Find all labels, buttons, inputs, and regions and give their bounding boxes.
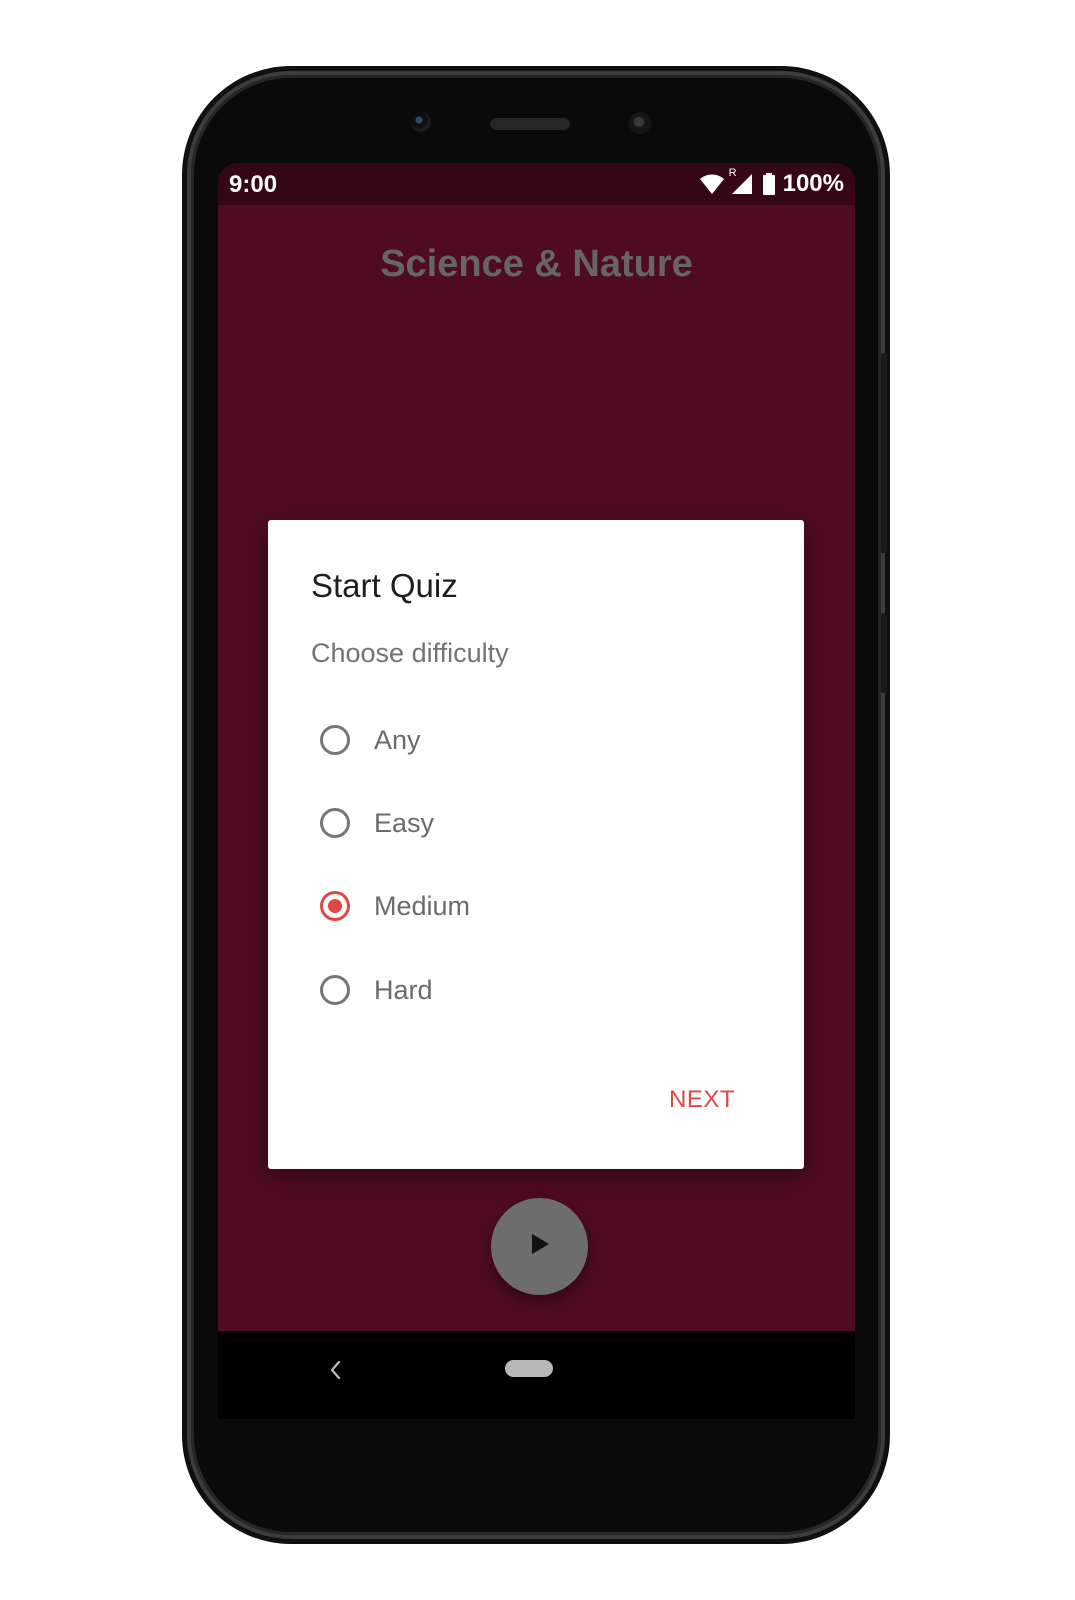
signal-icon: R [729,167,753,195]
difficulty-option-hard[interactable]: Hard [320,968,760,1012]
play-button[interactable] [491,1198,588,1295]
power-button [881,613,887,693]
screen: 9:00 R 100% Science & Nature Start Quiz … [218,163,855,1331]
phone-frame: 9:00 R 100% Science & Nature Start Quiz … [191,75,887,1535]
radio-button[interactable] [320,808,350,838]
option-label: Easy [374,807,435,838]
status-time: 9:00 [229,171,278,198]
proximity-sensor [629,112,651,134]
dialog-title: Start Quiz [311,567,458,604]
option-label: Medium [374,890,471,921]
option-label: Hard [374,974,433,1005]
radio-button[interactable] [320,975,350,1005]
wifi-icon [699,173,725,195]
status-icons: R 100% [699,167,844,198]
roaming-indicator: R [728,167,737,179]
difficulty-option-medium[interactable]: Medium [320,884,760,928]
option-label: Any [374,724,421,755]
difficulty-option-easy[interactable]: Easy [320,801,760,845]
status-bar: 9:00 R 100% [218,163,855,205]
volume-button [881,353,887,553]
play-icon [529,1232,551,1261]
start-quiz-dialog: Start Quiz Choose difficulty Any Easy Me… [268,520,804,1169]
battery-icon [762,173,775,195]
battery-percent: 100% [782,170,844,197]
difficulty-option-any[interactable]: Any [320,718,760,762]
dialog-subtitle: Choose difficulty [311,638,509,668]
next-button[interactable]: NEXT [669,1086,735,1122]
front-camera [411,112,431,132]
radio-button[interactable] [320,725,350,755]
earpiece [490,118,570,130]
back-chevron-icon[interactable] [328,1359,342,1386]
home-pill-icon[interactable] [505,1360,553,1377]
radio-button-selected[interactable] [320,891,350,921]
navigation-bar [218,1331,855,1419]
